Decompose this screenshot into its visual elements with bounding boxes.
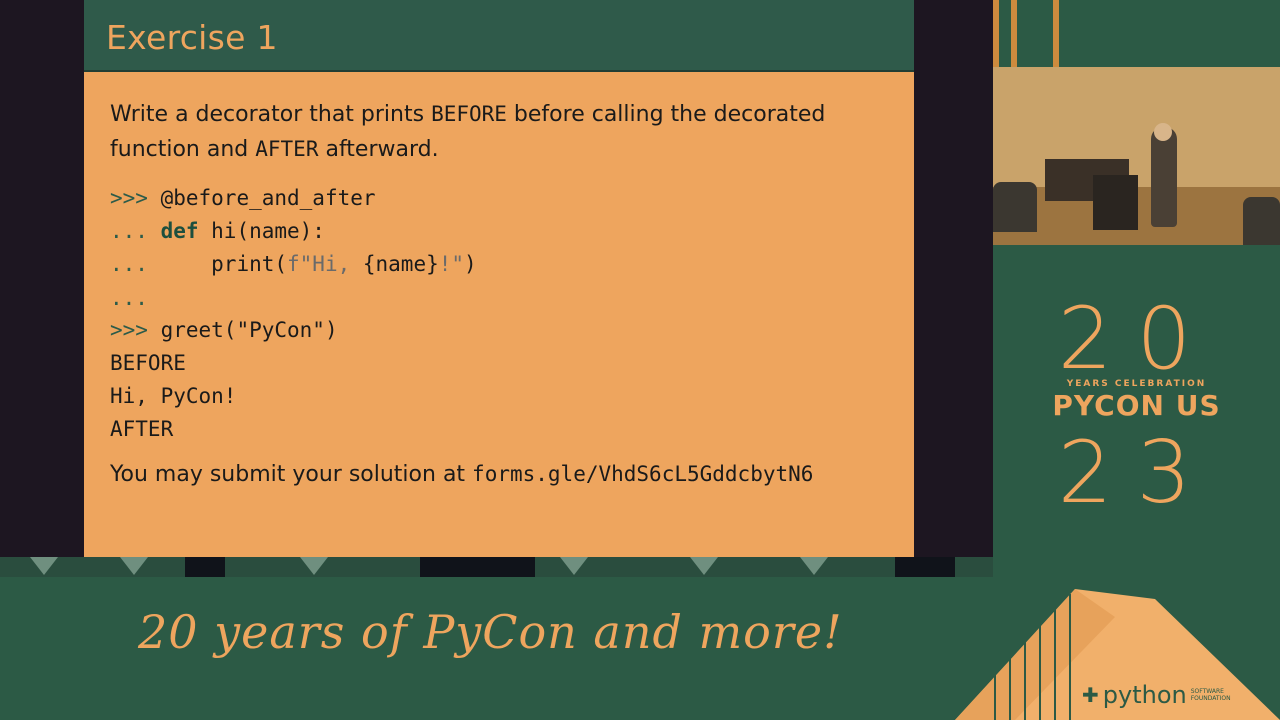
banner-tagline: 20 years of PyCon and more!: [138, 605, 843, 659]
camera-audience-left: [993, 182, 1037, 232]
camera-podium: [1093, 175, 1138, 230]
intro-after-keyword: AFTER: [255, 137, 319, 161]
speaker-camera-feed: [993, 67, 1280, 245]
camera-speaker: [1151, 127, 1177, 227]
code-prompt: ...: [110, 286, 148, 310]
intro-text-3: afterward.: [318, 137, 439, 162]
code-output-3: AFTER: [110, 417, 174, 441]
code-line-3: ... print(f"Hi, {name}!"): [110, 250, 477, 278]
python-psf-logo: ✚ python SOFTWARE FOUNDATION: [1082, 681, 1233, 709]
backdrop-block: [185, 557, 225, 577]
python-foundation-text: SOFTWARE FOUNDATION: [1190, 688, 1231, 702]
stage-backdrop-strip: [0, 557, 993, 577]
code-string: !": [438, 252, 465, 276]
slide-frame: Exercise 1 Write a decorator that prints…: [0, 0, 993, 557]
submit-url: forms.gle/VhdS6cL5GddcbytN6: [472, 462, 814, 486]
code-text: {name}: [362, 252, 439, 276]
backdrop-triangle: [690, 557, 718, 575]
code-keyword: def: [147, 219, 199, 243]
code-prompt: >>>: [110, 318, 148, 342]
python-wordmark: python: [1102, 681, 1187, 709]
code-line-1: >>> @before_and_after: [110, 184, 376, 212]
backdrop-triangle: [560, 557, 588, 575]
code-line-2: ... def hi(name):: [110, 217, 325, 245]
band-stripe: [1011, 0, 1017, 67]
logo-pycon-us: PYCON US: [1052, 389, 1221, 422]
python-snake-icon: ✚: [1082, 683, 1099, 707]
camera-audience-right: [1243, 197, 1280, 245]
intro-text-1: Write a decorator that prints: [110, 102, 432, 127]
backdrop-triangle: [800, 557, 828, 575]
code-text: @before_and_after: [147, 186, 376, 210]
slide-header: Exercise 1: [84, 0, 914, 72]
submit-instruction: You may submit your solution at forms.gl…: [110, 462, 813, 487]
code-text: greet("PyCon"): [147, 318, 338, 342]
slide: Exercise 1 Write a decorator that prints…: [84, 0, 914, 557]
code-text: hi(name):: [198, 219, 325, 243]
logo-year-top: 20: [1057, 289, 1216, 389]
slide-title: Exercise 1: [106, 18, 278, 57]
pycon-logo-panel: 20 YEARS CELEBRATION PYCON US 23: [993, 245, 1280, 545]
code-text: print(: [147, 252, 288, 276]
code-prompt: ...: [110, 252, 148, 276]
intro-before-keyword: BEFORE: [431, 102, 507, 126]
band-stripe: [1053, 0, 1059, 67]
backdrop-block: [895, 557, 955, 577]
submit-text: You may submit your solution at: [110, 462, 473, 487]
logo-years-celebration: YEARS CELEBRATION: [1066, 379, 1207, 389]
bottom-banner: 20 years of PyCon and more! ✚ python SOF…: [0, 577, 1280, 720]
backdrop-triangle: [300, 557, 328, 575]
right-top-band: [993, 0, 1280, 67]
code-output-1: BEFORE: [110, 351, 186, 375]
code-text: ): [464, 252, 477, 276]
code-line-5: >>> greet("PyCon"): [110, 316, 338, 344]
backdrop-triangle: [30, 557, 58, 575]
exercise-description: Write a decorator that prints BEFORE bef…: [110, 97, 870, 167]
code-output-2: Hi, PyCon!: [110, 384, 237, 408]
backdrop-block: [420, 557, 535, 577]
code-string: f"Hi,: [287, 252, 363, 276]
code-prompt: >>>: [110, 186, 148, 210]
code-line-4: ...: [110, 284, 148, 312]
camera-speaker-head: [1154, 123, 1172, 141]
camera-wall: [993, 67, 1280, 187]
code-prompt: ...: [110, 219, 148, 243]
band-stripe: [993, 0, 999, 67]
logo-year-bottom: 23: [1057, 423, 1216, 523]
backdrop-triangle: [120, 557, 148, 575]
